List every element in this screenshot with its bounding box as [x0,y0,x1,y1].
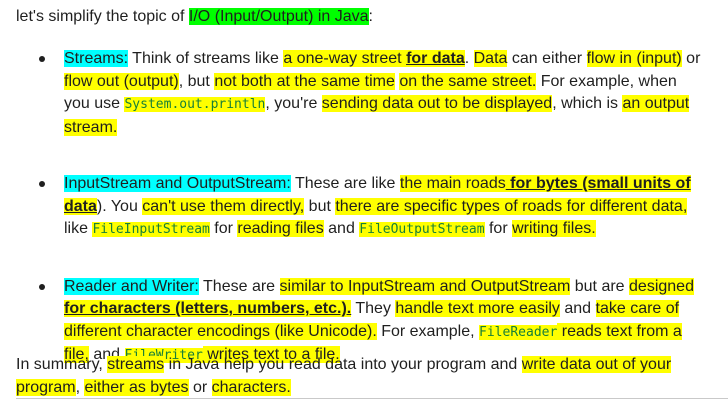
intro-end: : [368,8,373,25]
inputstream-text: ). You [96,197,143,215]
inputstream-label: InputStream and OutputStream: [64,175,291,192]
reader-highlight-bold: for characters (letters, numbers, etc.). [64,300,352,317]
code-fileinputstream: FileInputStream [92,222,210,237]
streams-highlight: a one-way street [283,50,407,67]
reader-highlight: similar to InputStream and OutputStream [279,277,571,295]
summary-text: In summary, [16,356,108,373]
inputstream-text: and [323,220,360,237]
bullet-dot [39,181,45,187]
streams-highlight: not both at the same time [214,72,395,90]
inputstream-highlight: reading files [237,220,324,237]
intro-paragraph: let's simplify the topic of I/O (Input/O… [16,6,373,28]
bullet-list: Streams: Think of streams like a one-way… [16,48,706,368]
streams-text: , which is [552,95,623,112]
summary-text: or [188,378,212,396]
bullet-dot [39,283,45,290]
inputstream-highlight: can't use them directly, [142,197,305,215]
summary-highlight: characters. [211,378,291,396]
inputstream-highlight: the main roads [399,175,506,192]
streams-text: , you're [265,95,322,112]
streams-highlight: sending data out to be displayed [321,95,553,112]
reader-label: Reader and Writer: [64,277,199,295]
streams-text: Think of streams like [128,50,284,67]
streams-highlight: flow in (input) [586,50,682,67]
streams-text: . [464,50,474,67]
streams-highlight-bold: for data [406,50,465,67]
inputstream-text: like [64,220,93,237]
intro-topic: I/O (Input/Output) in Java [188,8,369,25]
divider [16,398,728,399]
summary-text: in Java help you read data into your pro… [164,356,522,373]
bullet-inputstream: InputStream and OutputStream: These are … [16,173,706,242]
streams-highlight: on the same street. [399,72,537,90]
streams-text: , but [178,72,215,90]
summary-highlight: either as bytes [84,378,189,396]
intro-lead: let's simplify the topic of [16,8,189,25]
bullet-dot [39,56,45,62]
streams-highlight: Data [473,50,508,67]
streams-label: Streams: [64,50,129,67]
streams-text: or [681,50,701,67]
code-filereader: FileReader [479,324,558,340]
inputstream-text: These are like [290,175,400,192]
reader-text: They [351,300,396,317]
page: let's simplify the topic of I/O (Input/O… [0,0,728,403]
inputstream-text: for [484,220,513,237]
bullet-streams: Streams: Think of streams like a one-way… [16,48,706,139]
reader-text: For example, [376,322,480,340]
reader-highlight: handle text more easily [395,300,560,317]
summary-highlight: streams [107,356,165,373]
reader-highlight: designed [629,277,694,295]
inputstream-text: but [304,197,336,215]
reader-text: and [559,300,596,317]
code-fileoutputstream: FileOutputStream [359,222,485,237]
reader-text: but are [570,277,630,295]
streams-text: can either [507,50,587,67]
inputstream-highlight: writing files. [512,220,596,237]
streams-highlight: flow out (output) [64,72,179,90]
inputstream-highlight: there are specific types of roads for di… [335,197,688,215]
inputstream-text: for [209,220,238,237]
reader-text: These are [198,277,280,295]
summary-paragraph: In summary, streams in Java help you rea… [16,354,716,399]
code-system-out-println: System.out.println [124,97,266,112]
